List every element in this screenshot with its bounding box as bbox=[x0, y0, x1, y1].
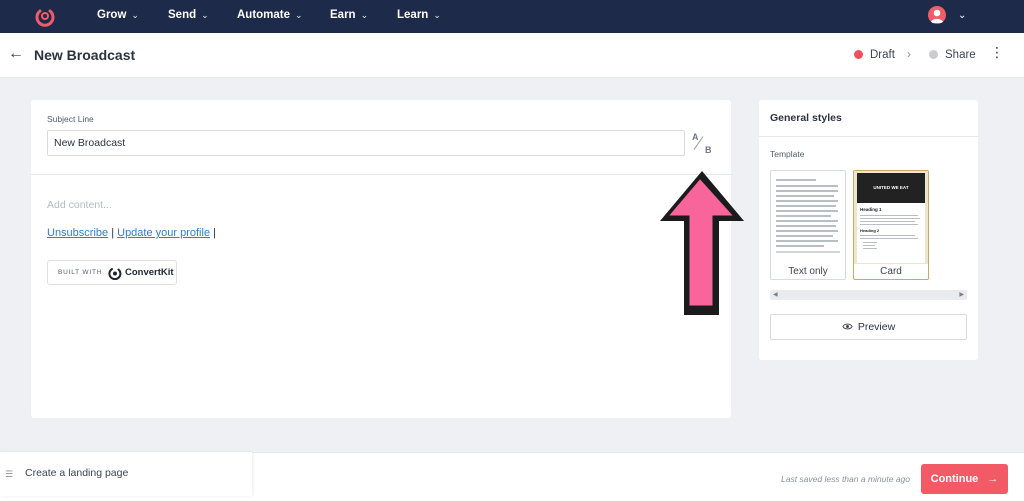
status-share-label: Share bbox=[945, 49, 976, 61]
convertkit-logo-icon[interactable] bbox=[34, 5, 56, 27]
list-icon: ☰ bbox=[5, 469, 14, 479]
top-navigation: Grow ⌄ Send ⌄ Automate ⌄ Earn ⌄ Learn ⌄ ⌄ bbox=[0, 0, 1024, 33]
nav-label: Automate bbox=[237, 9, 291, 21]
broadcast-editor: Subject Line A B Add content... Unsubscr… bbox=[31, 100, 731, 418]
last-saved-status: Last saved less than a minute ago bbox=[781, 474, 910, 484]
nav-send[interactable]: Send ⌄ bbox=[168, 0, 209, 33]
link-separator: | bbox=[213, 227, 216, 239]
chevron-down-icon: ⌄ bbox=[433, 10, 441, 20]
content-placeholder[interactable]: Add content... bbox=[47, 199, 112, 211]
convertkit-brand: ConvertKit bbox=[125, 267, 174, 278]
nav-label: Learn bbox=[397, 9, 429, 21]
nav-label: Grow bbox=[97, 9, 127, 21]
eye-icon bbox=[842, 323, 853, 330]
chevron-right-icon: › bbox=[907, 47, 911, 61]
template-scrollbar[interactable]: ◀ ▶ bbox=[770, 290, 967, 300]
ab-b-label: B bbox=[705, 145, 712, 155]
page-header: ← New Broadcast Draft › Share ⋮ bbox=[0, 33, 1024, 78]
ab-a-label: A bbox=[692, 132, 699, 142]
status-draft[interactable]: Draft bbox=[854, 49, 895, 61]
card-banner: UNITED WE EAT bbox=[857, 173, 925, 203]
arrow-right-icon: → bbox=[987, 473, 999, 485]
user-avatar[interactable] bbox=[928, 6, 946, 24]
more-options-icon[interactable]: ⋮ bbox=[990, 45, 1004, 59]
preview-button[interactable]: Preview bbox=[770, 314, 967, 340]
card-heading-2: Heading 2 bbox=[860, 228, 880, 233]
nav-label: Earn bbox=[330, 9, 356, 21]
back-arrow-icon[interactable]: ← bbox=[8, 45, 24, 63]
chevron-down-icon: ⌄ bbox=[360, 10, 369, 20]
email-footer-links: Unsubscribe | Update your profile | bbox=[47, 227, 216, 239]
general-styles-panel: General styles Template Text only UNITED… bbox=[759, 100, 978, 360]
draft-dot-icon bbox=[854, 50, 863, 59]
status-share[interactable]: Share bbox=[929, 49, 976, 61]
divider bbox=[759, 136, 978, 137]
convertkit-logo-icon bbox=[108, 268, 122, 280]
template-label-text-only: Text only bbox=[788, 266, 828, 277]
built-with-label: BUILT WITH bbox=[58, 269, 103, 276]
scroll-right-icon[interactable]: ▶ bbox=[959, 291, 964, 298]
template-text-only[interactable]: Text only bbox=[770, 170, 846, 280]
status-draft-label: Draft bbox=[870, 49, 895, 61]
built-with-badge[interactable]: BUILT WITH ConvertKit bbox=[47, 260, 177, 285]
chevron-down-icon: ⌄ bbox=[131, 10, 139, 20]
preview-label: Preview bbox=[857, 321, 896, 333]
chevron-down-icon[interactable]: ⌄ bbox=[958, 0, 966, 31]
card-banner-text: UNITED WE EAT bbox=[873, 185, 909, 190]
panel-title: General styles bbox=[770, 112, 842, 124]
text-only-thumbnail bbox=[771, 171, 845, 264]
scroll-left-icon[interactable]: ◀ bbox=[773, 291, 778, 298]
divider bbox=[31, 174, 731, 175]
chevron-down-icon: ⌄ bbox=[201, 10, 209, 20]
subject-line-input[interactable] bbox=[47, 130, 685, 156]
ab-test-icon[interactable]: A B bbox=[689, 132, 715, 158]
nav-earn[interactable]: Earn ⌄ bbox=[330, 0, 368, 33]
template-label-card: Card bbox=[880, 266, 902, 277]
update-profile-link[interactable]: Update your profile bbox=[117, 227, 210, 239]
subject-line-label: Subject Line bbox=[47, 114, 94, 124]
card-heading-1: Heading 1 bbox=[860, 207, 882, 212]
unsubscribe-link[interactable]: Unsubscribe bbox=[47, 227, 108, 239]
template-card[interactable]: UNITED WE EAT Heading 1 Heading 2 Card bbox=[853, 170, 929, 280]
link-separator: | bbox=[111, 227, 115, 239]
card-thumbnail: UNITED WE EAT Heading 1 Heading 2 bbox=[854, 171, 928, 264]
pink-arrow-annotation bbox=[660, 171, 744, 315]
create-landing-page[interactable]: ☰ Create a landing page bbox=[0, 452, 252, 496]
page-title: New Broadcast bbox=[34, 47, 136, 63]
continue-button[interactable]: Continue → bbox=[921, 464, 1008, 494]
nav-label: Send bbox=[168, 9, 197, 21]
template-label: Template bbox=[770, 149, 805, 159]
card-body: Heading 1 Heading 2 bbox=[857, 203, 925, 263]
continue-label: Continue bbox=[930, 473, 979, 485]
nav-automate[interactable]: Automate ⌄ bbox=[237, 0, 303, 33]
chevron-down-icon: ⌄ bbox=[295, 10, 303, 20]
nav-grow[interactable]: Grow ⌄ bbox=[97, 0, 139, 33]
landing-page-label: Create a landing page bbox=[25, 467, 129, 479]
nav-learn[interactable]: Learn ⌄ bbox=[397, 0, 441, 33]
share-dot-icon bbox=[929, 50, 938, 59]
